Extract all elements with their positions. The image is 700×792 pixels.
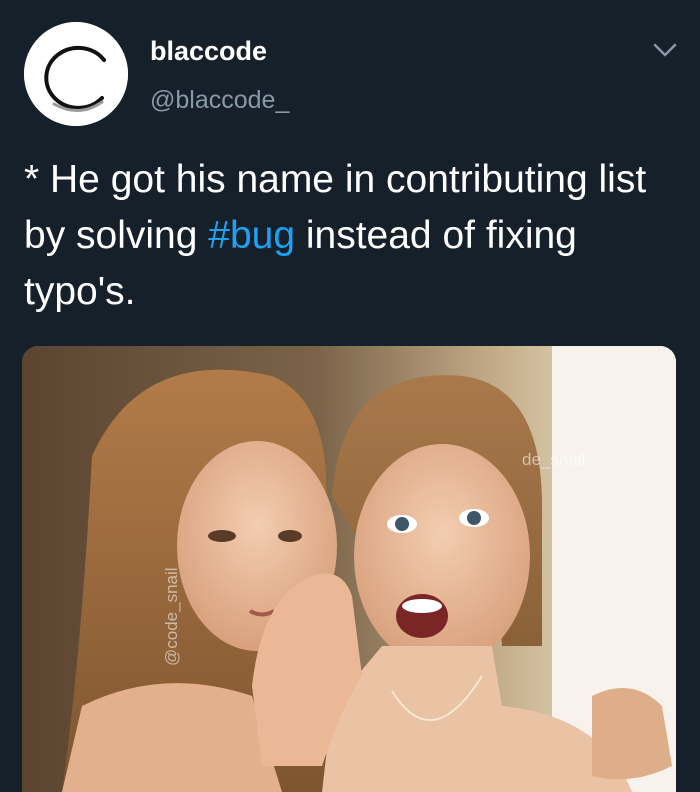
display-name[interactable]: blaccode [150, 36, 267, 67]
chevron-down-icon[interactable] [652, 40, 678, 60]
tweet-card: blaccode @blaccode_ * He got his name in… [0, 0, 700, 792]
c-logo-icon [24, 22, 128, 126]
photo-illustration [22, 346, 676, 792]
tweet-text: * He got his name in contributing list b… [24, 152, 674, 320]
avatar[interactable] [24, 22, 128, 126]
hashtag-link[interactable]: #bug [208, 214, 295, 257]
watermark-top: de_snail [522, 450, 586, 469]
watermark-side: @code_snail [162, 567, 181, 666]
user-handle[interactable]: @blaccode_ [150, 86, 289, 115]
tweet-photo[interactable]: de_snail @code_snail [22, 346, 676, 792]
